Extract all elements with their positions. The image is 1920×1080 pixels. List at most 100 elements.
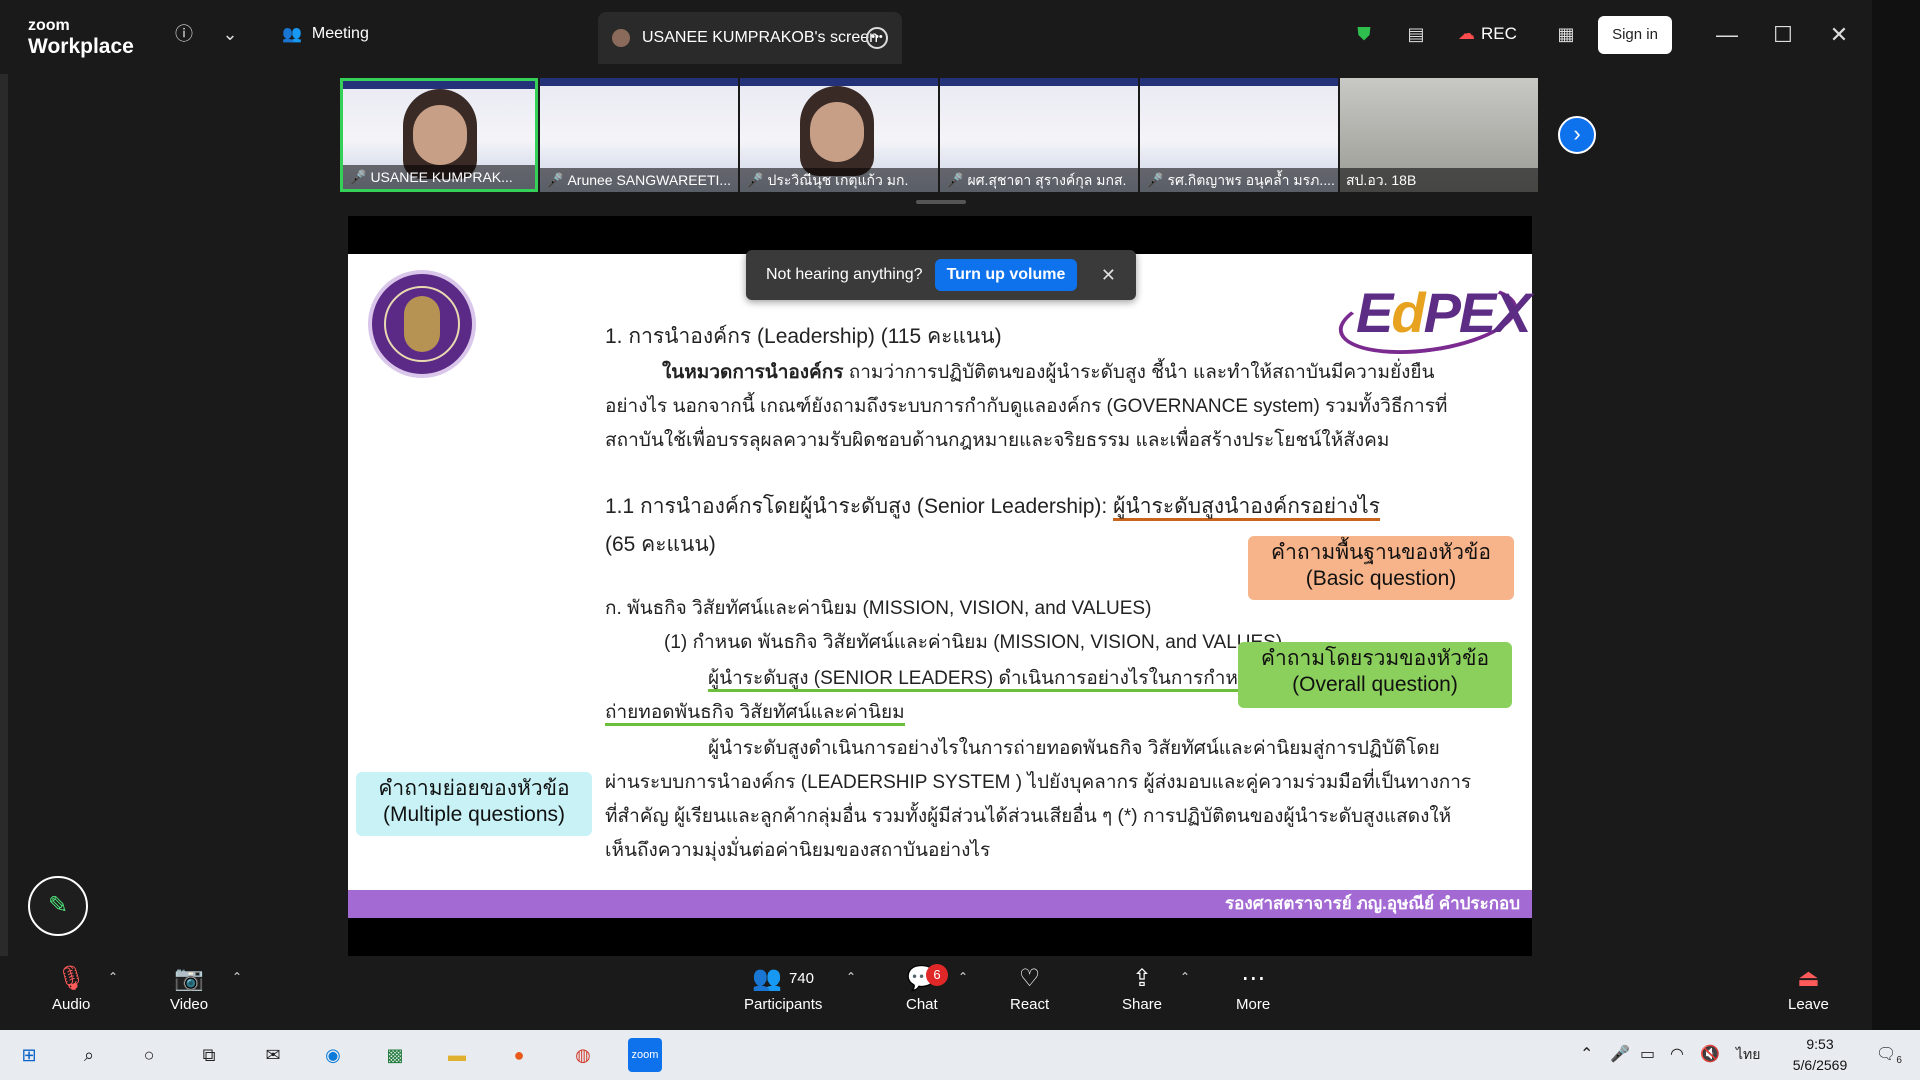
tag-multi-line-1: คำถามย่อยของหัวข้อ bbox=[378, 777, 570, 800]
logo-d: d bbox=[1391, 281, 1425, 344]
audio-button[interactable]: 🎙 Audio bbox=[52, 962, 90, 1013]
slide-footer: รองศาสตราจารย์ ภญ.อุษณีย์ คำประกอบ bbox=[348, 890, 1532, 918]
edge-icon[interactable]: ◉ bbox=[316, 1038, 350, 1072]
rec-label: REC bbox=[1481, 24, 1517, 43]
mic-muted-icon: 🎤 bbox=[746, 172, 764, 188]
people-icon: 👥 bbox=[282, 26, 302, 43]
sign-in-button[interactable]: Sign in bbox=[1598, 16, 1672, 54]
input-language[interactable]: ไทย bbox=[1736, 1044, 1760, 1066]
volume-muted-icon[interactable]: 🔇 bbox=[1700, 1044, 1720, 1064]
participant-tile[interactable]: 🎤 ประวิณีนุช เกตุแก้ว มก. bbox=[740, 78, 938, 192]
annotate-pencil-icon[interactable]: ✎ bbox=[28, 876, 88, 936]
screen-tab-label: USANEE KUMPRAKOB's screen bbox=[642, 29, 879, 46]
share-letterbox-bottom bbox=[348, 918, 1532, 956]
participant-name-text: สป.อว. 18B bbox=[1346, 172, 1417, 188]
participant-tile[interactable]: 🎤 USANEE KUMPRAK... bbox=[340, 78, 538, 192]
close-window-icon[interactable]: ✕ bbox=[1826, 22, 1852, 48]
chrome-icon[interactable]: ◍ bbox=[566, 1038, 600, 1072]
resize-handle[interactable] bbox=[916, 200, 966, 204]
notes-icon[interactable]: ▤ bbox=[1404, 22, 1428, 46]
next-page-button[interactable]: › bbox=[1558, 116, 1596, 154]
item-1-line-2: ผู้นำระดับสูง (SENIOR LEADERS) ดำเนินการ… bbox=[708, 662, 1298, 696]
react-button[interactable]: ♡ React bbox=[1010, 962, 1049, 1013]
paragraph-2-line-2: ผ่านระบบการนำองค์กร (LEADERSHIP SYSTEM )… bbox=[605, 772, 1472, 793]
battery-icon[interactable]: ▭ bbox=[1640, 1044, 1655, 1064]
turn-up-volume-button[interactable]: Turn up volume bbox=[934, 259, 1078, 291]
slide-heading-1: 1. การนำองค์กร (Leadership) (115 คะแนน) bbox=[605, 325, 1002, 348]
more-label: More bbox=[1236, 996, 1271, 1013]
chat-unread-badge: 6 bbox=[926, 964, 948, 986]
video-label: Video bbox=[170, 996, 209, 1013]
zoom-taskbar-icon[interactable]: zoom bbox=[628, 1038, 662, 1072]
share-button[interactable]: ⇪ Share bbox=[1122, 962, 1162, 1013]
participant-tile[interactable]: 🎤 รศ.กิตญาพร อนุคล้ำ มรภ.... bbox=[1140, 78, 1338, 192]
meeting-tab[interactable]: 👥 Meeting bbox=[282, 24, 369, 44]
more-options-icon[interactable]: ••• bbox=[866, 27, 888, 49]
brand-bottom: Workplace bbox=[28, 35, 134, 58]
multiple-questions-tag: คำถามย่อยของหัวข้อ (Multiple questions) bbox=[356, 772, 592, 836]
close-icon[interactable]: ✕ bbox=[1101, 265, 1116, 286]
participant-face bbox=[413, 105, 467, 165]
participant-name-text: USANEE KUMPRAK... bbox=[370, 169, 513, 185]
video-button[interactable]: 📷 Video bbox=[170, 962, 208, 1013]
participant-tile[interactable]: 🎤 ผศ.สุชาดา สุรางค์กุล มกส. bbox=[940, 78, 1138, 192]
participant-name: 🎤 รศ.กิตญาพร อนุคล้ำ มรภ.... bbox=[1140, 168, 1338, 192]
tag-multi-line-2: (Multiple questions) bbox=[382, 803, 566, 826]
share-caret-icon[interactable]: ⌃ bbox=[1180, 970, 1190, 984]
info-icon[interactable]: ⓘ bbox=[172, 22, 196, 46]
item1-underlined: ผู้นำระดับสูง (SENIOR LEADERS) ดำเนินการ… bbox=[708, 668, 1298, 692]
more-icon: ⋯ bbox=[1241, 965, 1266, 992]
notification-center-icon[interactable]: 🗨6 bbox=[1876, 1044, 1902, 1066]
notif-count: 6 bbox=[1896, 1055, 1902, 1067]
leave-button[interactable]: ⏏ Leave bbox=[1788, 962, 1829, 1013]
search-icon[interactable]: ⌕ bbox=[72, 1038, 106, 1072]
recording-indicator[interactable]: ☁ REC bbox=[1458, 24, 1517, 44]
chat-caret-icon[interactable]: ⌃ bbox=[958, 970, 968, 984]
participant-name-text: รศ.กิตญาพร อนุคล้ำ มรภ.... bbox=[1167, 172, 1335, 188]
meeting-tab-label: Meeting bbox=[311, 25, 369, 42]
participant-name-text: Arunee SANGWAREETI... bbox=[567, 172, 732, 188]
tag-overall-line-1: คำถามโดยรวมของหัวข้อ bbox=[1260, 647, 1490, 670]
audio-label: Audio bbox=[52, 996, 91, 1013]
top-bar: zoom Workplace ⓘ ⌄ 👥 Meeting USANEE KUMP… bbox=[0, 0, 1872, 74]
participants-count: 740 bbox=[788, 970, 814, 987]
microphone-tray-icon[interactable]: 🎤 bbox=[1610, 1044, 1630, 1064]
security-shield-icon[interactable]: ⛊ bbox=[1352, 22, 1376, 46]
overall-question-tag: คำถามโดยรวมของหัวข้อ (Overall question) bbox=[1238, 642, 1512, 708]
firefox-icon[interactable]: ● bbox=[502, 1038, 536, 1072]
wifi-icon[interactable]: ◠ bbox=[1670, 1044, 1684, 1064]
excel-icon[interactable]: ▩ bbox=[378, 1038, 412, 1072]
mail-icon[interactable]: ✉ bbox=[256, 1038, 290, 1072]
participant-name-text: ประวิณีนุช เกตุแก้ว มก. bbox=[767, 172, 909, 188]
task-view-icon[interactable]: ⧉ bbox=[192, 1038, 226, 1072]
participant-tile[interactable]: 🎤 Arunee SANGWAREETI... bbox=[540, 78, 738, 192]
participant-name: 🎤 ผศ.สุชาดา สุรางค์กุล มกส. bbox=[940, 168, 1138, 192]
cortana-icon[interactable]: ○ bbox=[132, 1038, 166, 1072]
left-edge bbox=[0, 74, 8, 956]
apps-icon[interactable]: ▦ bbox=[1554, 22, 1578, 46]
participants-icon: 👥 740 bbox=[752, 965, 814, 992]
cloud-record-icon: ☁ bbox=[1458, 24, 1475, 43]
screen-share-tab[interactable]: USANEE KUMPRAKOB's screen ••• bbox=[598, 12, 902, 64]
windows-start-icon[interactable]: ⊞ bbox=[12, 1038, 46, 1072]
edpex-logo: EdPEX bbox=[1334, 272, 1532, 365]
shared-slide: EdPEX 1. การนำองค์กร (Leadership) (115 ค… bbox=[348, 254, 1532, 918]
chevron-down-icon[interactable]: ⌄ bbox=[218, 22, 242, 46]
slide-heading-2: 1.1 การนำองค์กรโดยผู้นำระดับสูง (Senior … bbox=[605, 490, 1381, 524]
minimize-icon[interactable]: — bbox=[1714, 22, 1740, 48]
participants-caret-icon[interactable]: ⌃ bbox=[846, 970, 856, 984]
participant-name: 🎤 ประวิณีนุช เกตุแก้ว มก. bbox=[740, 168, 938, 192]
paragraph-2-line-4: เห็นถึงความมุ่งมั่นต่อค่านิยมของสถาบันอย… bbox=[605, 840, 991, 861]
video-options-caret-icon[interactable]: ⌃ bbox=[232, 970, 242, 984]
item-1-line-3: ถ่ายทอดพันธกิจ วิสัยทัศน์และค่านิยม bbox=[605, 696, 905, 730]
audio-options-caret-icon[interactable]: ⌃ bbox=[108, 970, 118, 984]
system-clock[interactable]: 9:53 5/6/2569 bbox=[1770, 1034, 1870, 1076]
video-off-icon: 📷 bbox=[174, 965, 204, 992]
paragraph-1-line-1: ในหมวดการนำองค์กร ถามว่าการปฏิบัติตนของผ… bbox=[662, 356, 1435, 390]
file-explorer-icon[interactable]: ▬ bbox=[440, 1038, 474, 1072]
tray-overflow-icon[interactable]: ⌃ bbox=[1580, 1044, 1593, 1064]
more-button[interactable]: ⋯ More bbox=[1236, 962, 1270, 1013]
participants-button[interactable]: 👥 740 Participants bbox=[744, 962, 822, 1013]
maximize-icon[interactable]: ☐ bbox=[1770, 22, 1796, 48]
participant-tile[interactable]: สป.อว. 18B bbox=[1340, 78, 1538, 192]
